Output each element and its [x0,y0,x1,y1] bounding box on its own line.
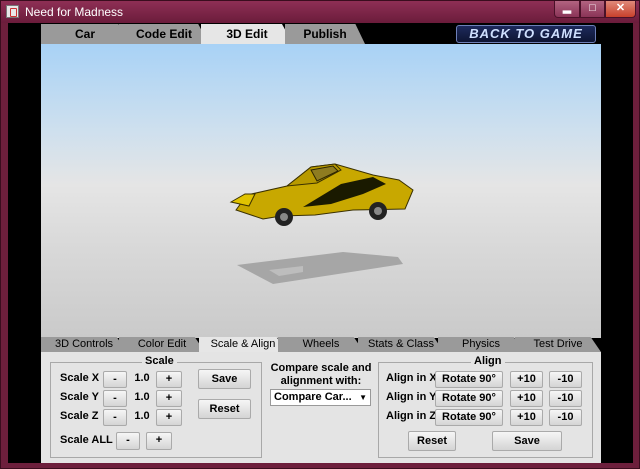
scale-align-panel: Scale Scale X - 1.0 + Scale Y - 1.0 + Sc… [41,352,601,463]
back-to-game-button[interactable]: BACK TO GAME [456,25,596,43]
align-x-rotate-button[interactable]: Rotate 90° [435,371,503,388]
align-reset-button[interactable]: Reset [408,431,456,451]
align-y-plus10-button[interactable]: +10 [510,390,543,407]
scale-z-value: 1.0 [134,410,150,422]
tab-3d-controls[interactable]: 3D Controls [41,337,127,352]
tab-stats-class[interactable]: Stats & Class [358,337,444,352]
align-y-rotate-button[interactable]: Rotate 90° [435,390,503,407]
maximize-button[interactable]: □ [580,1,605,18]
scale-all-label: Scale ALL [60,434,113,446]
client-area: Car Code Edit 3D Edit Publish BACK TO GA… [8,23,633,463]
close-button[interactable]: ✕ [605,1,636,18]
app-window: Need for Madness ▂ □ ✕ Car Code Edit 3D … [0,0,640,469]
scale-x-value: 1.0 [134,372,150,384]
minimize-button[interactable]: ▂ [554,1,580,18]
align-z-rotate-button[interactable]: Rotate 90° [435,409,503,426]
scale-all-plus-button[interactable]: + [146,432,172,450]
align-z-plus10-button[interactable]: +10 [510,409,543,426]
car-rear-hub [280,213,288,221]
scale-y-value: 1.0 [134,391,150,403]
scale-legend: Scale [142,355,177,367]
tab-publish[interactable]: Publish [285,24,365,44]
tab-test-drive[interactable]: Test Drive [515,337,601,352]
scale-z-minus-button[interactable]: - [103,409,127,426]
scale-x-label: Scale X [60,372,100,384]
compare-car-selected: Compare Car... [274,391,352,403]
tab-wheels[interactable]: Wheels [278,337,364,352]
car-render [229,163,414,284]
scale-save-button[interactable]: Save [198,369,251,389]
scale-y-label: Scale Y [60,391,99,403]
align-z-label: Align in Z [386,410,437,422]
scale-x-plus-button[interactable]: + [156,371,182,388]
tab-code-edit[interactable]: Code Edit [119,24,209,44]
sub-tab-bar: 3D Controls Color Edit Scale & Align Whe… [41,337,601,352]
title-bar[interactable]: Need for Madness ▂ □ ✕ [1,1,639,23]
scale-all-minus-button[interactable]: - [116,432,140,450]
align-x-minus10-button[interactable]: -10 [549,371,582,388]
align-x-label: Align in X [386,372,437,384]
scale-x-minus-button[interactable]: - [103,371,127,388]
tab-color-edit[interactable]: Color Edit [119,337,205,352]
align-save-button[interactable]: Save [492,431,562,451]
align-y-minus10-button[interactable]: -10 [549,390,582,407]
compare-label: Compare scale and alignment with: [270,362,372,387]
tab-scale-align[interactable]: Scale & Align [199,337,287,352]
align-legend: Align [471,355,505,367]
align-x-plus10-button[interactable]: +10 [510,371,543,388]
scale-z-label: Scale Z [60,410,99,422]
tab-physics[interactable]: Physics [438,337,524,352]
scale-z-plus-button[interactable]: + [156,409,182,426]
tab-car[interactable]: Car [41,24,129,44]
java-app-icon [6,5,19,18]
compare-car-dropdown[interactable]: Compare Car... ▼ [270,389,371,406]
tab-3d-edit[interactable]: 3D Edit [201,24,293,44]
scale-y-minus-button[interactable]: - [103,390,127,407]
scale-reset-button[interactable]: Reset [198,399,251,419]
chevron-down-icon: ▼ [359,393,367,402]
window-title: Need for Madness [25,5,124,19]
align-z-minus10-button[interactable]: -10 [549,409,582,426]
car-shadow [237,252,403,284]
3d-viewport[interactable] [41,44,601,338]
scale-y-plus-button[interactable]: + [156,390,182,407]
align-y-label: Align in Y [386,391,437,403]
car-front-hub [374,207,382,215]
